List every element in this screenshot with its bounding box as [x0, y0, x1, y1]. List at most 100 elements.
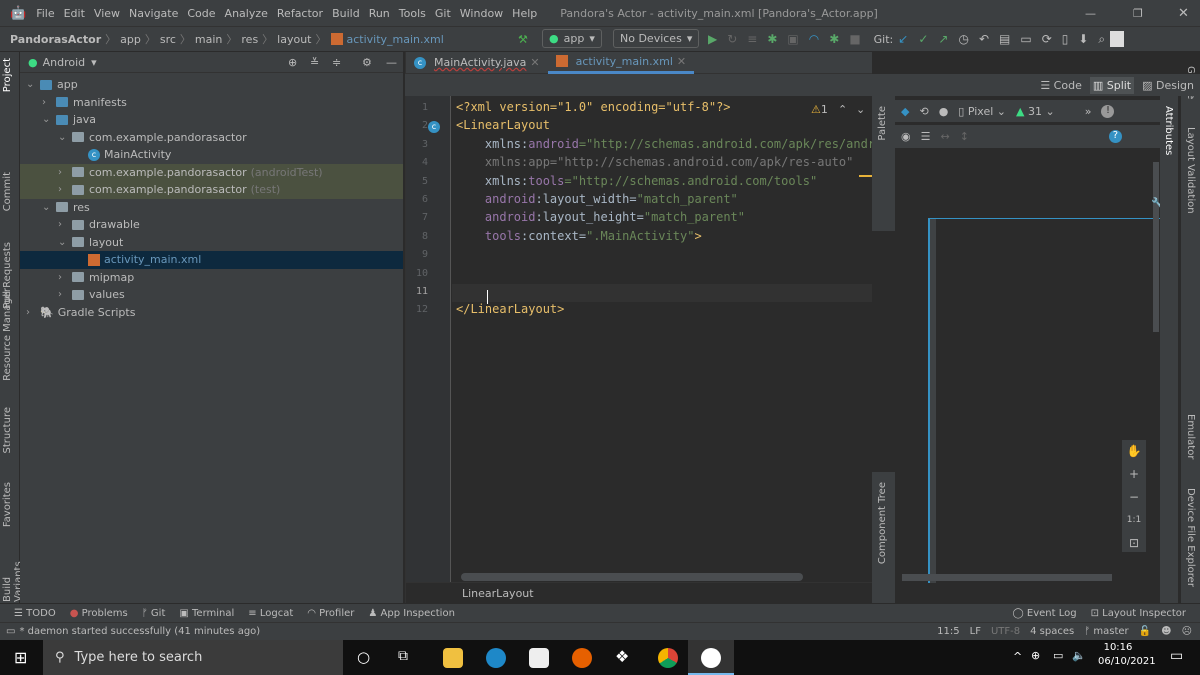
chevron-down-icon[interactable]: ⌄ — [58, 237, 72, 248]
view-code-button[interactable]: ☰ Code — [1040, 79, 1082, 92]
tab-main-activity[interactable]: cMainActivity.java✕ — [406, 52, 548, 74]
stop-icon[interactable]: ■ — [849, 32, 860, 46]
tree-item[interactable]: ⌄layout — [20, 234, 403, 252]
palette-tab[interactable]: Palette — [877, 106, 888, 141]
issues-icon[interactable]: ! — [1101, 105, 1114, 118]
build-hammer-icon[interactable]: ⚒ — [518, 33, 528, 46]
pan-hand-icon[interactable]: ✋ — [1122, 440, 1146, 463]
menu-code[interactable]: Code — [187, 7, 215, 20]
store-icon[interactable] — [529, 648, 549, 668]
tool-tab-layout-validation[interactable]: Layout Validation — [1185, 127, 1196, 214]
menu-view[interactable]: View — [94, 7, 120, 20]
tree-item[interactable]: ⌄java — [20, 111, 403, 129]
tree-item[interactable]: ⌄res — [20, 199, 403, 217]
git-update-icon[interactable]: ↙ — [898, 32, 908, 46]
indent-setting[interactable]: 4 spaces — [1030, 626, 1074, 637]
code-line[interactable]: <LinearLayout — [456, 118, 550, 132]
tab-activity-main-xml[interactable]: activity_main.xml✕ — [548, 52, 695, 74]
tool-layout-inspector[interactable]: ⊡ Layout Inspector — [1091, 608, 1186, 619]
hide-panel-icon[interactable]: — — [386, 56, 397, 69]
device-manager-icon[interactable]: ▭ — [1020, 32, 1031, 46]
device-select[interactable]: No Devices▾ — [613, 29, 699, 48]
device-file-icon[interactable]: ▯ — [1062, 32, 1069, 46]
chevron-right-icon[interactable]: › — [58, 289, 72, 300]
chevron-right-icon[interactable]: › — [26, 307, 40, 318]
minimize-button[interactable]: — — [1085, 7, 1096, 20]
tool-problems[interactable]: ● Problems — [70, 608, 128, 619]
restore-button[interactable]: ❐ — [1133, 7, 1143, 20]
chevron-right-icon[interactable]: › — [58, 272, 72, 283]
debug-icon[interactable]: ✱ — [767, 32, 777, 46]
menu-edit[interactable]: Edit — [64, 7, 85, 20]
zoom-reset-button[interactable]: 1:1 — [1122, 509, 1146, 532]
notifications-icon[interactable]: ▭ — [1170, 648, 1183, 664]
dropbox-icon[interactable]: ❖ — [615, 647, 629, 666]
close-tab-icon[interactable]: ✕ — [530, 56, 539, 69]
tree-item[interactable]: ›values — [20, 286, 403, 304]
chevron-down-icon[interactable]: ⌄ — [42, 114, 56, 125]
breadcrumb-item[interactable]: app — [120, 33, 141, 46]
zoom-out-button[interactable]: − — [1122, 486, 1146, 509]
menu-build[interactable]: Build — [332, 7, 360, 20]
apply-code-changes-icon[interactable]: ≡ — [747, 32, 757, 46]
code-line[interactable] — [456, 284, 485, 298]
project-structure-icon[interactable]: ▤ — [999, 32, 1010, 46]
zoom-fit-icon[interactable]: ⊡ — [1122, 532, 1146, 555]
breadcrumb-item[interactable]: PandorasActor — [10, 33, 101, 46]
canvas-horizontal-scrollbar[interactable] — [902, 574, 1112, 581]
theme-icon[interactable]: ● — [939, 105, 949, 118]
code-line[interactable]: </LinearLayout> — [456, 302, 564, 316]
menu-tools[interactable]: Tools — [399, 7, 426, 20]
apply-changes-icon[interactable]: ↻ — [727, 32, 737, 46]
chevron-down-icon[interactable]: ⌄ — [58, 132, 72, 143]
code-line[interactable]: xmlns:tools="http://schemas.android.com/… — [456, 174, 817, 188]
tool-tab-commit[interactable]: Commit — [2, 172, 13, 211]
chrome-icon[interactable] — [658, 648, 678, 668]
tool-todo[interactable]: ☰ TODO — [14, 608, 56, 619]
cortana-icon[interactable]: ○ — [357, 648, 370, 666]
horizontal-resize-icon[interactable]: ↔ — [940, 130, 949, 143]
api-level-select[interactable]: ▲ 31 ⌄ — [1016, 105, 1055, 118]
tool-tab-favorites[interactable]: Favorites — [2, 482, 13, 527]
code-line[interactable]: <?xml version="1.0" encoding="utf-8"?> — [456, 100, 731, 114]
project-view-select[interactable]: Android — [43, 56, 86, 69]
tree-item[interactable]: ›mipmap — [20, 269, 403, 287]
component-tree-tab[interactable]: Component Tree — [877, 482, 888, 564]
git-commit-icon[interactable]: ✓ — [918, 32, 928, 46]
git-rollback-icon[interactable]: ↶ — [979, 32, 989, 46]
view-design-button[interactable]: ▨ Design — [1142, 79, 1194, 92]
tool-terminal[interactable]: ▣ Terminal — [179, 608, 234, 619]
help-icon[interactable]: ? — [1109, 130, 1122, 143]
menu-git[interactable]: Git — [435, 7, 451, 20]
breadcrumb-item[interactable]: activity_main.xml — [347, 33, 444, 46]
menu-window[interactable]: Window — [460, 7, 503, 20]
tree-item[interactable]: ⌄com.example.pandorasactor — [20, 129, 403, 147]
tool-tab-structure[interactable]: Structure — [2, 407, 13, 454]
tree-item[interactable]: ›drawable — [20, 216, 403, 234]
git-push-icon[interactable]: ↗ — [938, 32, 948, 46]
menu-help[interactable]: Help — [512, 7, 537, 20]
tree-item[interactable]: ›🐘Gradle Scripts — [20, 304, 403, 322]
file-encoding[interactable]: UTF-8 — [991, 626, 1020, 637]
tool-tab-emulator[interactable]: Emulator — [1185, 414, 1196, 459]
vertical-resize-icon[interactable]: ↕ — [960, 130, 969, 143]
breadcrumb-item[interactable]: layout — [277, 33, 311, 46]
chevron-right-icon[interactable]: › — [58, 167, 72, 178]
battery-icon[interactable]: ▭ — [1053, 649, 1063, 662]
git-history-icon[interactable]: ◷ — [958, 32, 968, 46]
menu-analyze[interactable]: Analyze — [225, 7, 268, 20]
tool-tab-resource-manager[interactable]: Resource Manager — [2, 288, 13, 381]
task-view-icon[interactable]: ⧉ — [398, 648, 408, 664]
chevron-right-icon[interactable]: › — [42, 97, 56, 108]
firefox-icon[interactable] — [572, 648, 592, 668]
code-line[interactable]: android:layout_width="match_parent" — [456, 192, 738, 206]
user-avatar[interactable] — [1110, 31, 1124, 47]
status-message[interactable]: * daemon started successfully (41 minute… — [19, 626, 260, 637]
warnings-indicator[interactable]: ⚠1 — [811, 103, 828, 116]
status-toggle-icon[interactable]: ▭ — [6, 626, 15, 637]
caret-position[interactable]: 11:5 — [937, 626, 959, 637]
tree-item[interactable]: ›com.example.pandorasactor(test) — [20, 181, 403, 199]
chevron-right-icon[interactable]: › — [58, 184, 72, 195]
tool-tab-project[interactable]: Project — [2, 58, 13, 92]
tree-item[interactable]: ›manifests — [20, 94, 403, 112]
